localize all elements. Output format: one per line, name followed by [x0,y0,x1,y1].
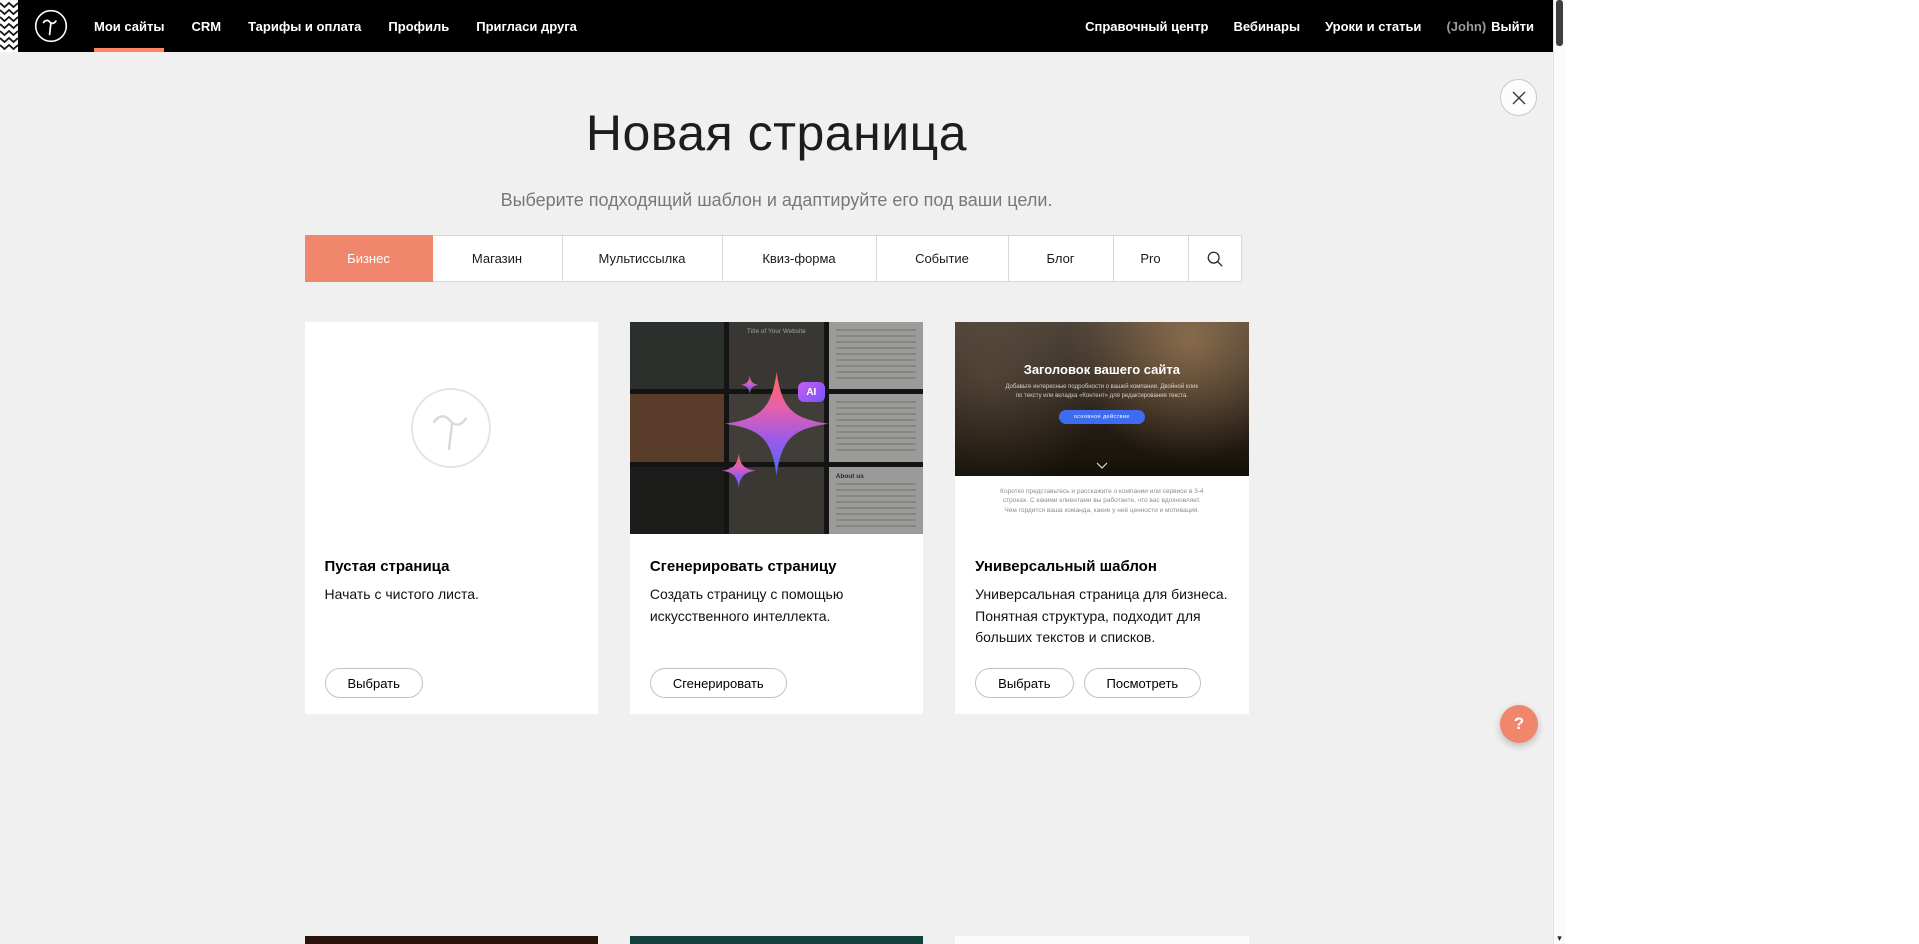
generate-button[interactable]: Сгенерировать [650,668,787,698]
card-title: Универсальный шаблон [975,558,1228,575]
template-card-partial[interactable] [955,936,1248,944]
nav-my-sites[interactable]: Мои сайты [94,0,164,52]
ai-badge: AI [798,382,825,402]
category-tabs: Бизнес Магазин Мультиссылка Квиз-форма С… [305,235,1249,282]
nav-invite-friend[interactable]: Пригласи друга [476,0,577,52]
tab-event[interactable]: Событие [876,235,1009,282]
card-description: Начать с чистого листа. [325,584,578,606]
chevron-down-icon [1096,462,1108,469]
logout-label: Выйти [1491,19,1534,34]
tilda-app-window: Мои сайты CRM Тарифы и оплата Профиль Пр… [0,0,1565,944]
nav-webinars[interactable]: Вебинары [1233,0,1300,52]
new-page-dialog: Новая страница Выберите подходящий шабло… [0,52,1553,944]
choose-button[interactable]: Выбрать [975,668,1073,698]
nav-logout[interactable]: (John) Выйти [1446,0,1534,52]
user-name: (John) [1446,19,1486,34]
preview-body-text: Коротко представьтесь и расскажите о ком… [998,487,1206,534]
ai-collage-preview: Title of Your Website About us [630,322,923,534]
nav-lessons-articles[interactable]: Уроки и статьи [1325,0,1421,52]
top-navbar: Мои сайты CRM Тарифы и оплата Профиль Пр… [0,0,1553,52]
tilda-watermark-icon [408,385,494,471]
card-title: Пустая страница [325,558,578,575]
tab-business[interactable]: Бизнес [305,235,433,282]
nav-crm[interactable]: CRM [191,0,221,52]
card-description: Создать страницу с помощью искусственног… [650,584,903,627]
blank-page-preview [305,322,598,534]
nav-tariffs[interactable]: Тарифы и оплата [248,0,361,52]
template-grid-row2 [305,936,1249,944]
tab-shop[interactable]: Магазин [432,235,563,282]
tab-pro[interactable]: Pro [1113,235,1189,282]
card-ai-generate: Title of Your Website About us [630,322,923,714]
scrollbar-thumb[interactable] [1556,0,1563,46]
choose-button[interactable]: Выбрать [325,668,423,698]
card-description: Универсальная страница для бизнеса. Поня… [975,584,1228,649]
nav-help-center[interactable]: Справочный центр [1085,0,1208,52]
scrollbar[interactable]: ▾ [1553,0,1565,944]
card-title: Сгенерировать страницу [650,558,903,575]
secondary-nav: Справочный центр Вебинары Уроки и статьи… [1085,0,1534,52]
tab-blog[interactable]: Блог [1008,235,1114,282]
search-tab[interactable] [1188,235,1242,282]
preview-heading: Заголовок вашего сайта [1024,362,1180,377]
tab-quiz-form[interactable]: Квиз-форма [722,235,877,282]
view-button[interactable]: Посмотреть [1084,668,1202,698]
template-card-partial[interactable] [305,936,598,944]
template-grid: Пустая страница Начать с чистого листа. … [305,322,1249,714]
preview-subtext: Добавьте интересные подробности о вашей … [1002,383,1202,401]
search-icon [1206,250,1224,268]
page-title: Новая страница [0,108,1553,158]
template-card-partial[interactable] [630,936,923,944]
tilda-logo-icon[interactable] [34,9,68,43]
main-nav: Мои сайты CRM Тарифы и оплата Профиль Пр… [94,0,604,52]
scrollbar-arrow-down[interactable]: ▾ [1554,933,1565,944]
card-blank-page: Пустая страница Начать с чистого листа. … [305,322,598,714]
ai-sparkle-icon [630,322,923,534]
page-subtitle: Выберите подходящий шаблон и адаптируйте… [0,190,1553,211]
help-button[interactable]: ? [1500,705,1538,743]
zigzag-pattern-icon [0,0,18,52]
template-preview: Заголовок вашего сайта Добавьте интересн… [955,322,1248,534]
card-universal-template: Заголовок вашего сайта Добавьте интересн… [955,322,1248,714]
preview-cta-button: основное действие [1059,410,1145,424]
nav-profile[interactable]: Профиль [388,0,449,52]
tab-multilink[interactable]: Мультиссылка [562,235,723,282]
